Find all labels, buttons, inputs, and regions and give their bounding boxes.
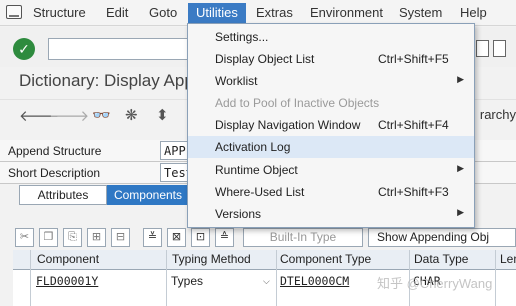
menu-item-shortcut: Ctrl+Shift+F4 [378, 118, 449, 132]
builtin-type-button[interactable]: Built-In Type [243, 228, 363, 247]
watermark: 知乎 @CherryWang [377, 276, 493, 291]
column-data-type[interactable]: Data Type [414, 252, 468, 266]
cut-icon[interactable]: ✂ [15, 228, 34, 247]
submenu-arrow-icon: ▶ [457, 74, 464, 84]
activate-icon[interactable]: ⬍ [156, 106, 169, 124]
menu-item-label: Add to Pool of Inactive Objects [215, 96, 380, 110]
append-structure-value[interactable]: APP [160, 141, 190, 160]
menu-item-shortcut: Ctrl+Shift+F3 [378, 185, 449, 199]
submenu-arrow-icon: ▶ [457, 163, 464, 173]
menu-item-display-navigation-window[interactable]: Display Navigation Window Ctrl+Shift+F4 [188, 114, 474, 136]
menu-item-display-object-list[interactable]: Display Object List Ctrl+Shift+F5 [188, 48, 474, 70]
menu-item-label: Where-Used List [215, 185, 305, 199]
sap-menu-icon[interactable] [6, 5, 22, 19]
menu-item-add-to-pool: Add to Pool of Inactive Objects [188, 92, 474, 114]
cell-component[interactable]: FLD00001Y [36, 274, 98, 288]
menu-item-worklist[interactable]: Worklist ▶ [188, 70, 474, 92]
glasses-icon[interactable]: 👓 [92, 106, 111, 124]
append-structure-label: Append Structure [8, 144, 102, 158]
menu-item-where-used-list[interactable]: Where-Used List Ctrl+Shift+F3 [188, 181, 474, 203]
utilities-dropdown-menu: Settings... Display Object List Ctrl+Shi… [187, 23, 475, 228]
paste-icon[interactable]: ⎘ [63, 228, 82, 247]
chevron-down-icon[interactable]: ⌵ [263, 276, 270, 287]
menu-system[interactable]: System [399, 4, 442, 22]
menu-item-label: Display Navigation Window [215, 118, 361, 132]
short-description-label: Short Description [8, 166, 101, 180]
hierarchy-button[interactable]: rarchy [480, 107, 516, 122]
column-typing-method[interactable]: Typing Method [172, 252, 251, 266]
object-icon[interactable]: ❋ [125, 106, 138, 124]
cell-component-type[interactable]: DTEL0000CM [280, 274, 349, 288]
column-component[interactable]: Component [37, 252, 99, 266]
menu-item-label: Runtime Object [215, 163, 298, 177]
menu-item-settings[interactable]: Settings... [188, 26, 474, 48]
select-all-icon[interactable]: ⊠ [167, 228, 186, 247]
column-length[interactable]: Len [500, 252, 516, 266]
forward-arrow-icon[interactable]: 🡒 [49, 106, 89, 125]
menu-item-versions[interactable]: Versions ▶ [188, 203, 474, 225]
menu-item-label: Settings... [215, 30, 269, 44]
sort-down-icon[interactable]: ≚ [143, 228, 162, 247]
menu-item-label: Worklist [215, 74, 258, 88]
menu-utilities[interactable]: Utilities [188, 3, 246, 23]
menu-item-activation-log[interactable]: Activation Log [188, 136, 474, 158]
menu-item-runtime-object[interactable]: Runtime Object ▶ [188, 159, 474, 181]
menu-help[interactable]: Help [460, 4, 487, 22]
menu-item-label: Display Object List [215, 52, 315, 66]
command-field[interactable] [48, 38, 190, 60]
cell-typing-method[interactable]: Types [171, 274, 203, 288]
table-toolbar: ✂ ❐ ⎘ ⊞ ⊟ ≚ ⊠ ⊡ ≙ Built-In Type Show App… [13, 227, 516, 249]
menu-edit[interactable]: Edit [106, 4, 128, 22]
page-title: Dictionary: Display Appe [19, 71, 204, 90]
menu-item-label: Activation Log [215, 140, 291, 154]
column-component-type[interactable]: Component Type [280, 252, 371, 266]
menu-goto[interactable]: Goto [149, 4, 177, 22]
submenu-arrow-icon: ▶ [457, 207, 464, 217]
insert-row-icon[interactable]: ⊞ [87, 228, 106, 247]
enter-check-icon[interactable]: ✓ [13, 38, 35, 60]
deselect-all-icon[interactable]: ⊡ [191, 228, 210, 247]
tab-components[interactable]: Components [107, 185, 189, 205]
menu-item-shortcut: Ctrl+Shift+F5 [378, 52, 449, 66]
show-appending-obj-button[interactable]: Show Appending Obj [368, 228, 516, 247]
toolbar-right-icons [476, 40, 516, 60]
copy-icon[interactable]: ❐ [39, 228, 58, 247]
table-header: Component Typing Method Component Type D… [13, 250, 516, 270]
menu-structure[interactable]: Structure [33, 4, 86, 22]
menu-extras[interactable]: Extras [256, 4, 293, 22]
tab-attributes[interactable]: Attributes [19, 185, 107, 205]
document-icon[interactable] [476, 40, 489, 57]
menu-environment[interactable]: Environment [310, 4, 383, 22]
download-icon[interactable] [493, 40, 506, 57]
sort-up-icon[interactable]: ≙ [215, 228, 234, 247]
menu-item-label: Versions [215, 207, 262, 221]
delete-row-icon[interactable]: ⊟ [111, 228, 130, 247]
